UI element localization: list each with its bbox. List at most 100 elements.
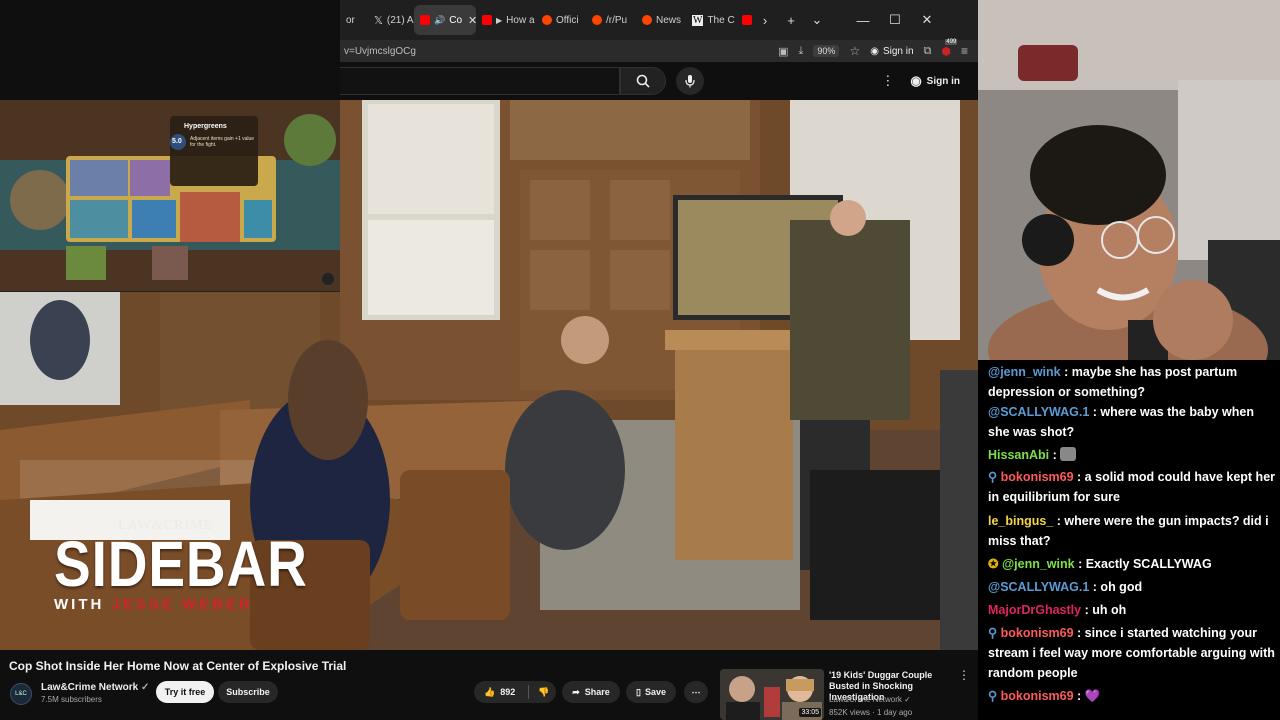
chat-text: : (1073, 689, 1082, 703)
wikipedia-icon: W (692, 14, 704, 26)
reddit-icon (542, 15, 552, 25)
reddit-icon (592, 15, 602, 25)
sign-in-label: Sign in (882, 45, 914, 57)
ublock-icon[interactable]: ⬢ 499 (941, 38, 958, 58)
up-next-kebab-icon[interactable]: ⋮ (958, 668, 970, 682)
tab-label: The C (707, 14, 735, 26)
close-tab-icon[interactable]: ✕ (468, 14, 476, 27)
maximize-icon[interactable]: ☐ (882, 7, 908, 33)
sign-in-label: Sign in (926, 75, 960, 87)
chat-text: : uh oh (1081, 603, 1127, 617)
menu-hamburger-icon[interactable]: ≡ (961, 44, 968, 58)
voice-search-button[interactable] (676, 67, 704, 95)
chat-username[interactable]: @jenn_wink (1002, 557, 1075, 571)
save-label: Save (644, 687, 666, 697)
chat-username[interactable]: le_bingus_ (988, 514, 1053, 528)
youtube-header-right: ⋮ ◉ Sign in (881, 73, 978, 89)
tab-reddit-2[interactable]: /r/Pu (586, 5, 636, 35)
chat-username[interactable]: @SCALLYWAG.1 (988, 580, 1089, 594)
subscribe-button[interactable]: Subscribe (218, 681, 278, 703)
chat-message: @jenn_wink : maybe she has post partum d… (988, 362, 1276, 402)
settings-kebab-icon[interactable]: ⋮ (881, 73, 894, 89)
save-button[interactable]: ▯ Save (626, 681, 676, 703)
tab-list-chevron-down-icon[interactable]: ⌄ (804, 7, 830, 33)
like-dislike-group: 👍 892 👎 (474, 681, 556, 703)
video-player[interactable]: Hypergreens 5.0 Adjacent items gain +1 v… (0, 100, 978, 650)
browser-tab-bar: or 𝕏 (21) A 🔊 Co ✕ ▶ How a Offici /r/Pu News… (340, 0, 978, 40)
share-label: Share (584, 687, 610, 697)
tab-youtube-2[interactable]: ▶ How a (476, 5, 536, 35)
chat-message: @SCALLYWAG.1 : oh god (988, 576, 1276, 598)
tab-label: Co (449, 14, 463, 26)
tab-x[interactable]: 𝕏 (21) A (368, 5, 414, 35)
share-arrow-icon: ➦ (572, 686, 580, 697)
search-icon (636, 74, 650, 88)
like-count[interactable]: 892 (500, 687, 515, 697)
video-title: Cop Shot Inside Her Home Now at Center o… (9, 659, 347, 673)
tab-scroll-right-icon[interactable]: › (752, 7, 778, 33)
download-icon[interactable]: ⤓ (799, 45, 804, 58)
youtube-sign-in-button[interactable]: ◉ Sign in (910, 73, 960, 89)
reader-view-icon[interactable]: ▣ (778, 45, 788, 58)
chat-message: ✪ @jenn_wink : Exactly SCALLYWAG (988, 553, 1276, 575)
url-text[interactable]: v=UvjmcslgOCg (344, 46, 416, 57)
channel-avatar[interactable]: L&C (10, 683, 32, 705)
zoom-level[interactable]: 90% (813, 45, 840, 57)
subscriber-count: 7.5M subscribers (41, 695, 102, 704)
chat-text: : (1049, 448, 1057, 462)
more-actions-icon[interactable]: ⋯ (684, 681, 708, 703)
chat-username[interactable]: bokonism69 (1001, 470, 1074, 484)
tab-wikipedia[interactable]: W The C (686, 5, 736, 35)
bookmark-star-icon[interactable]: ☆ (849, 44, 860, 58)
address-bar[interactable]: v=UvjmcslgOCg ▣ ⤓ 90% ☆ ◉ Sign in ⧉ ⬢ 499 … (340, 38, 978, 62)
webcam-frame (978, 0, 1280, 372)
play-icon: ▶ (496, 15, 503, 25)
chat-text: : Exactly SCALLYWAG (1074, 557, 1212, 571)
ublock-badge: 499 (945, 38, 958, 45)
reddit-icon (642, 15, 652, 25)
streamer-webcam (978, 0, 1280, 372)
sidebar-title: SIDEBAR (54, 528, 308, 600)
up-next-thumbnail[interactable]: 33:05 (720, 669, 824, 720)
video-metadata: Cop Shot Inside Her Home Now at Center o… (0, 650, 978, 720)
verified-check-icon: ✓ (904, 695, 911, 704)
search-input[interactable] (340, 67, 620, 95)
stream-chat: @jenn_wink : maybe she has post partum d… (978, 360, 1280, 720)
card-name: Hypergreens (184, 123, 227, 130)
tab-label: or (346, 14, 355, 26)
chat-message: MajorDrGhastly : uh oh (988, 599, 1276, 621)
extensions-icon[interactable]: ⧉ (924, 45, 932, 58)
thumbs-up-icon[interactable]: 👍 (484, 687, 495, 698)
tab-reddit-1[interactable]: Offici (536, 5, 586, 35)
chat-username[interactable]: MajorDrGhastly (988, 603, 1081, 617)
desktop-stage: Hypergreens 5.0 Adjacent items gain +1 v… (0, 0, 1280, 720)
new-tab-icon[interactable]: + (778, 7, 804, 33)
tab-reddit-3[interactable]: News (636, 5, 686, 35)
chat-message: HissanAbi : (988, 444, 1276, 466)
close-window-icon[interactable]: ✕ (914, 7, 940, 33)
channel-name[interactable]: Law&Crime Network ✓ (41, 682, 149, 693)
youtube-icon (420, 15, 430, 25)
minimize-icon[interactable]: — (850, 7, 876, 33)
browser-sign-in[interactable]: ◉ Sign in (870, 46, 913, 57)
speaker-icon: 🔊 (434, 14, 446, 25)
up-next-meta: 852K views · 1 day ago (829, 708, 913, 717)
tab-label: /r/Pu (606, 14, 628, 26)
chat-username[interactable]: bokonism69 (1001, 626, 1074, 640)
tab-more-youtube[interactable] (736, 5, 752, 35)
hearthstone-board (0, 100, 340, 291)
chat-username[interactable]: HissanAbi (988, 448, 1049, 462)
share-button[interactable]: ➦ Share (562, 681, 620, 703)
tab-active-youtube[interactable]: 🔊 Co ✕ (414, 5, 476, 35)
chat-username[interactable]: bokonism69 (1001, 689, 1074, 703)
tab-0[interactable]: or (340, 5, 368, 35)
try-free-button[interactable]: Try it free (156, 681, 214, 703)
chat-message: ⚲ bokonism69 : 💜 (988, 685, 1276, 707)
youtube-icon (742, 15, 752, 25)
search-button[interactable] (620, 67, 666, 95)
chat-message: ⚲ bokonism69 : a solid mod could have ke… (988, 467, 1276, 507)
thumbs-down-icon[interactable]: 👎 (538, 687, 549, 698)
chat-username[interactable]: @SCALLYWAG.1 (988, 405, 1089, 419)
chat-username[interactable]: @jenn_wink (988, 365, 1061, 379)
verified-check-icon: ✓ (141, 682, 150, 693)
